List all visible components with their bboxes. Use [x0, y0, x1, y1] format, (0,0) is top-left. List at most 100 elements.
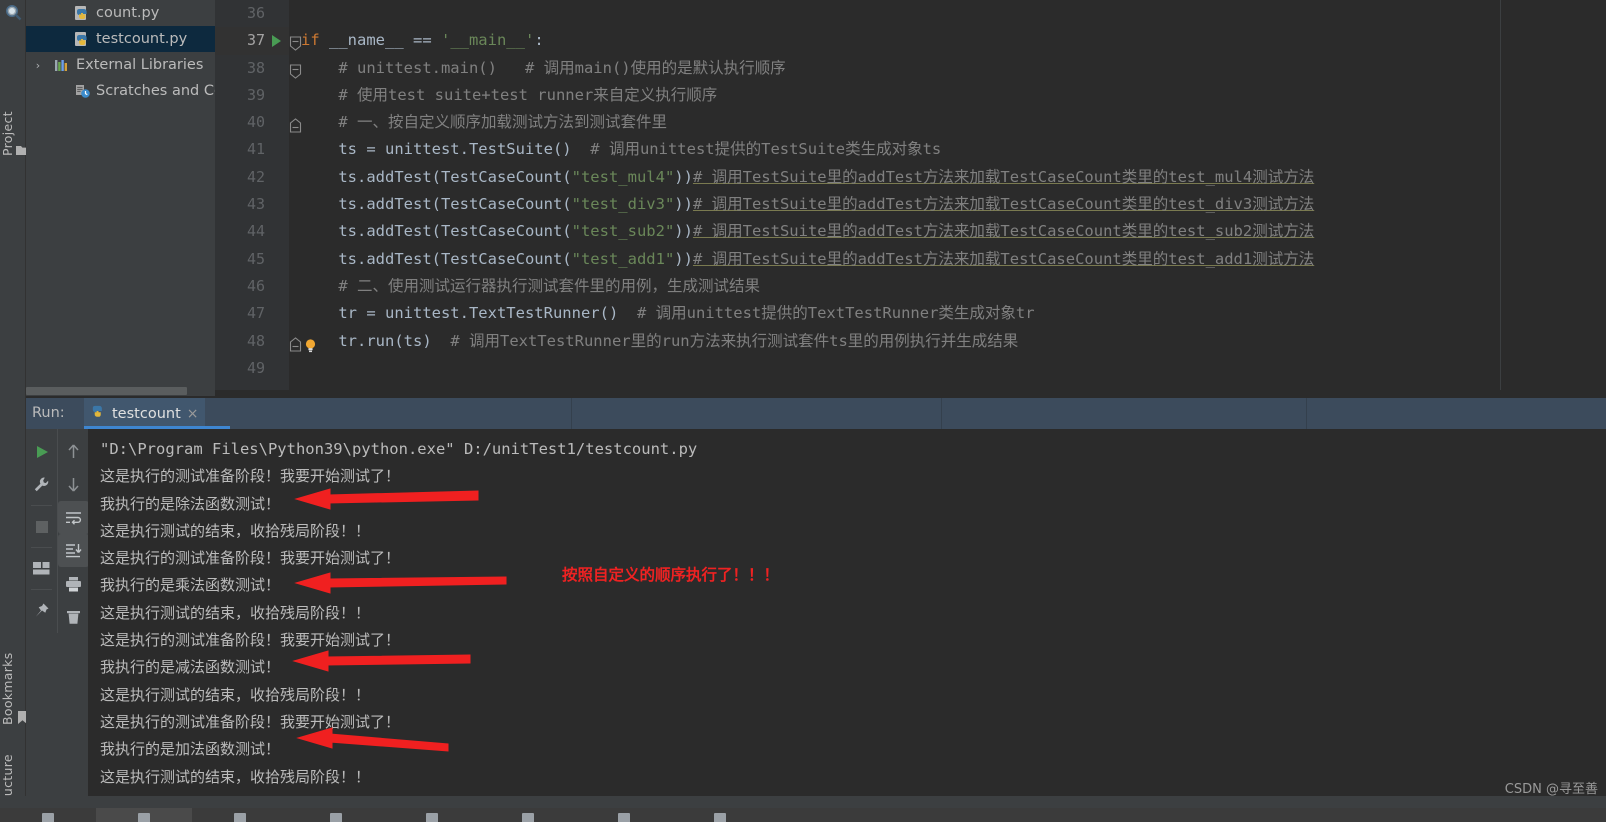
line-number: 48 [246, 331, 265, 350]
console-line: 我执行的是乘法函数测试！ [100, 576, 281, 595]
code-token: # 调用TestSuite里的addTest方法来加载TestCaseCount… [692, 249, 1315, 268]
code-line[interactable] [289, 0, 1606, 27]
gutter-line[interactable]: 45 [215, 246, 289, 273]
gutter-line[interactable]: 49 [215, 355, 289, 382]
code-token: : [534, 31, 544, 50]
code-token: # unittest.main() # 调用main()使用的是默认执行顺序 [301, 58, 786, 77]
layout-button[interactable] [26, 552, 57, 585]
gutter-line[interactable]: 47 [215, 300, 289, 327]
editor-gutter[interactable]: 36 37 38 39 40 41 42 43 44 45 46 47 48 49 [215, 0, 316, 390]
fold-marker-icon[interactable] [289, 61, 303, 79]
settings-button[interactable] [26, 468, 57, 501]
console-line: 我执行的是加法函数测试！ [100, 740, 281, 759]
code-line[interactable]: ts = unittest.TestSuite() # 调用unittest提供… [289, 136, 1606, 163]
run-gutter-icon[interactable] [272, 35, 281, 48]
tool-button-project[interactable]: Project [0, 36, 30, 156]
code-editor[interactable]: 36 37 38 39 40 41 42 43 44 45 46 47 48 49 if __name__… [215, 0, 1606, 390]
soft-wrap-button[interactable] [58, 501, 89, 534]
taskbar-item[interactable] [384, 808, 480, 822]
line-number: 47 [246, 304, 265, 323]
console-line: 这是执行的测试准备阶段！我要开始测试了！ [100, 549, 401, 568]
taskbar-item[interactable] [96, 808, 192, 822]
gutter-line[interactable]: 40 [215, 109, 289, 136]
line-number: 36 [246, 4, 265, 22]
gutter-line[interactable]: 37 [215, 27, 289, 55]
console-line: 这是执行的测试准备阶段！我要开始测试了！ [100, 467, 401, 486]
fold-marker-icon[interactable] [289, 334, 303, 352]
code-token: )) [674, 167, 693, 186]
code-line[interactable]: # unittest.main() # 调用main()使用的是默认执行顺序 [289, 55, 1606, 82]
code-line[interactable]: ts.addTest(TestCaseCount("test_mul4"))# … [289, 164, 1606, 191]
toolbar-separator [31, 589, 52, 590]
fold-marker-icon[interactable] [289, 33, 303, 52]
code-line[interactable]: tr = unittest.TextTestRunner() # 调用unitt… [289, 300, 1606, 327]
tree-item-scratches-and-consoles[interactable]: Scratches and Cons [26, 78, 240, 104]
tree-item-label: External Libraries [76, 57, 204, 73]
fold-marker-icon[interactable] [289, 115, 303, 133]
run-tab-testcount[interactable]: testcount × [84, 398, 205, 429]
clear-all-button[interactable] [58, 600, 89, 633]
code-token: tr = unittest.TextTestRunner() [301, 304, 619, 323]
line-number: 42 [246, 167, 265, 186]
code-line[interactable]: ts.addTest(TestCaseCount("test_sub2"))# … [289, 218, 1606, 245]
gutter-line[interactable]: 41 [215, 136, 289, 163]
down-button[interactable] [58, 468, 89, 501]
line-number: 43 [246, 195, 265, 214]
tree-item-external-libraries[interactable]: › External Libraries [26, 52, 215, 78]
tree-item-count-py[interactable]: count.py [26, 0, 215, 26]
close-icon[interactable]: × [187, 406, 199, 422]
watermark: CSDN @寻至善 [1504, 782, 1598, 797]
line-number: 44 [246, 222, 265, 241]
up-button[interactable] [58, 435, 89, 468]
scroll-end-icon [66, 544, 82, 558]
code-line[interactable]: # 二、使用测试运行器执行测试套件里的用例，生成测试结果 [289, 273, 1606, 300]
stop-button[interactable] [26, 510, 57, 543]
scrollbar-thumb[interactable] [26, 387, 187, 395]
print-button[interactable] [58, 567, 89, 600]
header-divider [571, 398, 572, 429]
code-line[interactable]: # 一、按自定义顺序加载测试方法到测试套件里 [289, 109, 1606, 136]
taskbar-item[interactable] [0, 808, 96, 822]
console-line: "D:\Program Files\Python39\python.exe" D… [100, 440, 698, 458]
line-number: 49 [246, 358, 265, 377]
taskbar-item[interactable] [192, 808, 288, 822]
code-line[interactable]: ts.addTest(TestCaseCount("test_div3"))# … [289, 191, 1606, 218]
code-line[interactable]: if __name__ == '__main__': [289, 27, 1606, 54]
os-taskbar[interactable] [0, 808, 1606, 822]
project-horizontal-scrollbar[interactable] [26, 385, 215, 396]
arrow-down-icon [68, 478, 79, 492]
gutter-line[interactable]: 38 [215, 55, 289, 82]
gutter-line[interactable]: 46 [215, 273, 289, 300]
gutter-line[interactable]: 39 [215, 82, 289, 109]
code-line[interactable]: ts.addTest(TestCaseCount("test_add1"))# … [289, 246, 1606, 273]
code-token: __name__ [329, 31, 404, 50]
taskbar-item[interactable] [576, 808, 672, 822]
search-everywhere-icon[interactable] [4, 3, 23, 22]
gutter-line[interactable]: 48 [215, 328, 316, 355]
gutter-line[interactable]: 44 [215, 218, 289, 245]
tree-item-testcount-py[interactable]: testcount.py [26, 26, 215, 52]
arrow-up-icon [68, 444, 79, 458]
tree-item-label: count.py [96, 5, 160, 21]
code-token: == [403, 31, 441, 50]
chevron-right-icon[interactable]: › [32, 59, 44, 72]
pin-tab-button[interactable] [26, 594, 57, 627]
gutter-line[interactable]: 42 [215, 164, 289, 191]
rerun-button[interactable] [26, 435, 57, 468]
line-number: 38 [246, 58, 265, 77]
taskbar-icon [522, 813, 534, 822]
code-line[interactable]: tr.run(ts) # 调用TextTestRunner里的run方法来执行测… [289, 328, 1606, 355]
taskbar-item[interactable] [672, 808, 768, 822]
gutter-line[interactable]: 43 [215, 191, 289, 218]
taskbar-item[interactable] [288, 808, 384, 822]
editor-text-area[interactable]: if __name__ == '__main__': # unittest.ma… [289, 0, 1606, 390]
scroll-to-end-button[interactable] [58, 534, 89, 567]
console-output[interactable]: "D:\Program Files\Python39\python.exe" D… [88, 429, 1606, 796]
gutter-line[interactable]: 36 [215, 0, 289, 27]
stop-icon [35, 520, 48, 533]
code-line[interactable]: # 使用test suite+test runner来自定义执行顺序 [289, 82, 1606, 109]
taskbar-icon [330, 813, 342, 822]
taskbar-item[interactable] [480, 808, 576, 822]
code-line[interactable] [289, 355, 1606, 382]
line-number: 39 [246, 85, 265, 104]
